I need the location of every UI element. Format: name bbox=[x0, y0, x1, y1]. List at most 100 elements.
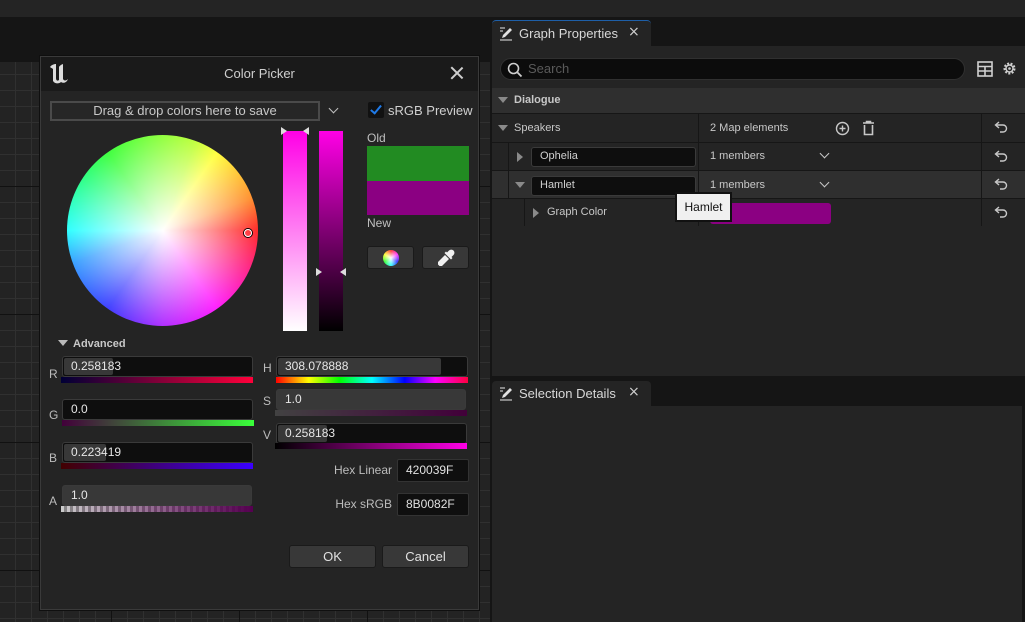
hex-srgb-field[interactable]: 8B0082F bbox=[397, 493, 469, 516]
r-channel-field[interactable]: 0.258183 bbox=[62, 356, 253, 377]
ophelia-key-input[interactable]: Ophelia bbox=[531, 147, 696, 167]
property-row-ophelia: Ophelia 1 members bbox=[492, 142, 1025, 170]
search-icon bbox=[507, 62, 523, 78]
color-wheel-marker[interactable] bbox=[244, 229, 252, 237]
dialog-titlebar[interactable]: Color Picker bbox=[41, 57, 478, 91]
g-channel-value: 0.0 bbox=[71, 402, 88, 416]
color-wheel-mode-button[interactable] bbox=[367, 246, 414, 269]
b-channel-gradient[interactable] bbox=[61, 463, 253, 469]
h-channel-field[interactable]: 308.078888 bbox=[276, 356, 468, 377]
speakers-value-cell: 2 Map elements bbox=[698, 114, 981, 142]
top-toolbar bbox=[0, 0, 1025, 17]
selection-details-panel bbox=[492, 406, 1022, 622]
r-channel-label: R bbox=[49, 367, 58, 381]
v-channel-field[interactable]: 0.258183 bbox=[276, 423, 467, 444]
caret-right-icon[interactable] bbox=[517, 152, 523, 162]
value-slider[interactable] bbox=[319, 131, 343, 331]
eyedropper-icon bbox=[438, 249, 455, 266]
value-handle-right[interactable] bbox=[340, 268, 346, 276]
dialog-title: Color Picker bbox=[224, 66, 295, 81]
b-channel-label: B bbox=[49, 451, 58, 465]
speakers-label: Speakers bbox=[514, 122, 561, 134]
property-row-speakers: Speakers 2 Map elements bbox=[492, 113, 1025, 142]
g-channel-label: G bbox=[49, 408, 59, 422]
g-channel-field[interactable]: 0.0 bbox=[62, 399, 253, 420]
hex-linear-label: Hex Linear bbox=[333, 463, 392, 477]
caret-down-icon[interactable] bbox=[498, 125, 508, 131]
reset-to-default-icon[interactable] bbox=[994, 150, 1008, 162]
a-channel-value: 1.0 bbox=[71, 488, 88, 502]
caret-down-icon[interactable] bbox=[515, 182, 525, 188]
eyedropper-button[interactable] bbox=[422, 246, 469, 269]
table-view-icon[interactable] bbox=[977, 61, 993, 77]
delete-trash-icon[interactable] bbox=[862, 120, 875, 136]
h-channel-gradient[interactable] bbox=[276, 377, 468, 383]
saved-colors-drop-area[interactable]: Drag & drop colors here to save bbox=[50, 101, 320, 121]
tab-label: Selection Details bbox=[519, 386, 616, 401]
new-color-swatch bbox=[367, 181, 469, 215]
chevron-down-icon[interactable] bbox=[326, 102, 342, 118]
v-channel-gradient[interactable] bbox=[275, 443, 467, 449]
graph-color-label: Graph Color bbox=[547, 206, 607, 218]
edit-pencil-icon bbox=[500, 27, 512, 41]
h-channel-value: 308.078888 bbox=[285, 359, 349, 373]
a-channel-gradient[interactable] bbox=[61, 506, 253, 512]
tab-selection-details[interactable]: Selection Details × bbox=[492, 381, 651, 406]
h-channel-label: H bbox=[263, 361, 272, 375]
reset-to-default-icon[interactable] bbox=[994, 178, 1008, 190]
advanced-section-toggle[interactable]: Advanced bbox=[58, 338, 126, 350]
old-color-label: Old bbox=[367, 131, 386, 145]
search-placeholder: Search bbox=[528, 61, 570, 76]
tab-graph-properties[interactable]: Graph Properties × bbox=[492, 20, 651, 46]
hamlet-members: 1 members bbox=[710, 179, 766, 191]
s-channel-label: S bbox=[263, 394, 272, 408]
old-color-swatch[interactable] bbox=[367, 146, 469, 181]
close-icon[interactable]: × bbox=[628, 384, 640, 400]
chevron-down-icon[interactable] bbox=[819, 177, 830, 188]
close-icon[interactable]: × bbox=[628, 24, 640, 40]
settings-gear-icon[interactable] bbox=[1001, 60, 1018, 77]
r-channel-gradient[interactable] bbox=[61, 377, 253, 383]
graph-color-value-cell bbox=[698, 199, 981, 226]
hamlet-key-input[interactable]: Hamlet bbox=[531, 176, 696, 196]
srgb-preview-label: sRGB Preview bbox=[388, 103, 473, 118]
close-icon[interactable] bbox=[448, 64, 466, 82]
category-dialogue[interactable]: Dialogue bbox=[492, 88, 1025, 113]
speakers-count: 2 Map elements bbox=[710, 122, 789, 134]
hex-linear-field[interactable]: 420039F bbox=[397, 459, 469, 482]
hex-srgb-label: Hex sRGB bbox=[335, 497, 392, 511]
ok-button[interactable]: OK bbox=[289, 545, 376, 568]
ophelia-key-text: Ophelia bbox=[540, 150, 578, 162]
saturation-handle-right[interactable] bbox=[303, 127, 309, 135]
caret-down-icon bbox=[498, 97, 508, 103]
g-channel-gradient[interactable] bbox=[62, 420, 254, 426]
advanced-label: Advanced bbox=[73, 338, 126, 350]
ophelia-key-cell: Ophelia bbox=[508, 143, 697, 170]
b-channel-field[interactable]: 0.223419 bbox=[62, 442, 253, 463]
speakers-reset-cell bbox=[981, 114, 1025, 142]
speakers-name-cell: Speakers bbox=[492, 114, 697, 142]
saturation-handle-left[interactable] bbox=[281, 127, 287, 135]
cancel-button[interactable]: Cancel bbox=[382, 545, 469, 568]
color-picker-dialog: Color Picker Drag & drop colors here to … bbox=[39, 55, 480, 611]
s-channel-field[interactable]: 1.0 bbox=[276, 389, 466, 410]
srgb-preview-checkbox[interactable] bbox=[368, 102, 384, 118]
chevron-down-icon[interactable] bbox=[819, 148, 830, 159]
reset-to-default-icon[interactable] bbox=[994, 206, 1008, 218]
value-handle-left[interactable] bbox=[316, 268, 322, 276]
add-element-icon[interactable] bbox=[835, 121, 850, 136]
caret-right-icon[interactable] bbox=[533, 208, 539, 218]
r-channel-value: 0.258183 bbox=[71, 359, 122, 373]
caret-down-icon bbox=[58, 340, 68, 346]
saturation-slider[interactable] bbox=[283, 131, 307, 331]
b-channel-value: 0.223419 bbox=[71, 445, 122, 459]
new-color-label: New bbox=[367, 216, 392, 230]
v-channel-label: V bbox=[263, 428, 272, 442]
hamlet-key-cell: Hamlet bbox=[508, 171, 697, 198]
a-channel-field[interactable]: 1.0 bbox=[62, 485, 252, 506]
s-channel-gradient[interactable] bbox=[275, 410, 467, 416]
v-channel-value: 0.258183 bbox=[285, 426, 336, 440]
search-input[interactable]: Search bbox=[500, 58, 965, 80]
reset-to-default-icon[interactable] bbox=[994, 121, 1008, 133]
color-wheel[interactable] bbox=[67, 135, 258, 326]
